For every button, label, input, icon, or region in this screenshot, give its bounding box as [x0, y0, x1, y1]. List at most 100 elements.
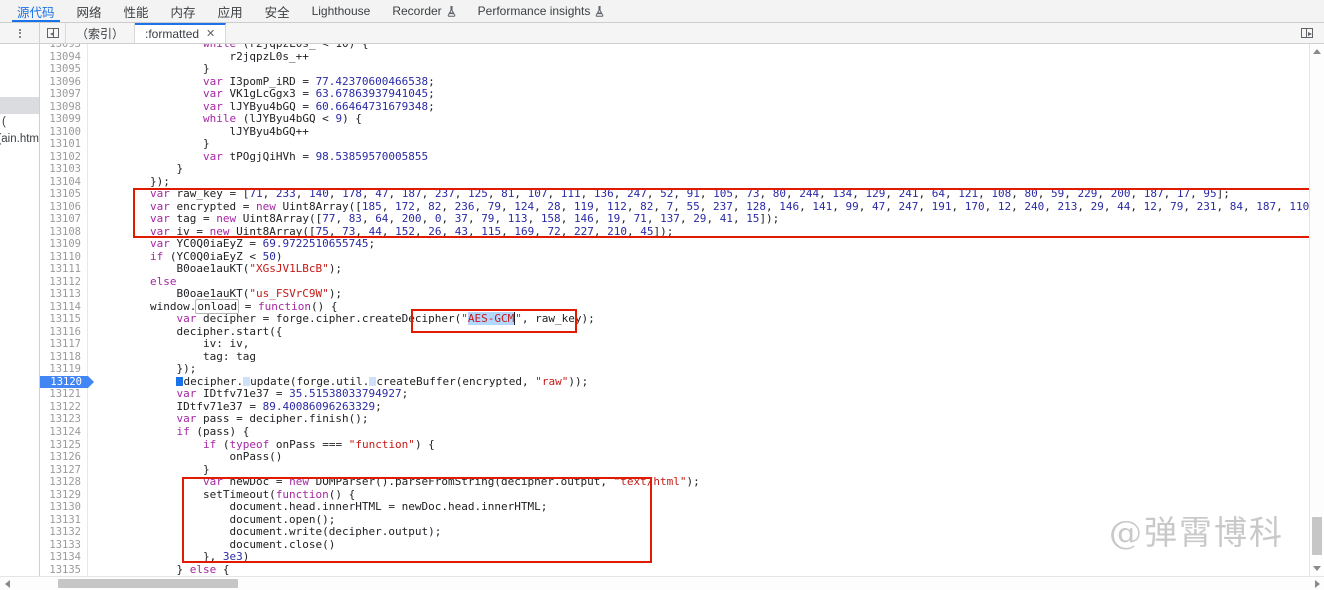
- line-number[interactable]: 13099: [40, 113, 88, 126]
- code-line[interactable]: 13118 tag: tag: [40, 350, 1324, 364]
- code-line[interactable]: 13094 r2jqpzL0s_++: [40, 50, 1324, 64]
- line-number[interactable]: 13129: [40, 488, 88, 502]
- close-icon[interactable]: ✕: [206, 28, 215, 40]
- scroll-down-button[interactable]: [1310, 561, 1324, 576]
- code-line[interactable]: 13102 var tPOgjQiHVh = 98.53859570005855: [40, 150, 1324, 164]
- code-line[interactable]: 13115 var decipher = forge.cipher.create…: [40, 312, 1324, 326]
- code-line[interactable]: 13128 var newDoc = new DOMParser().parse…: [40, 475, 1324, 489]
- line-number[interactable]: 13128: [40, 476, 88, 489]
- code-line[interactable]: 13135 } else {: [40, 563, 1324, 576]
- panel-tab-performance[interactable]: 性能: [113, 0, 160, 22]
- navigator-more-options-button[interactable]: [0, 23, 40, 43]
- line-number[interactable]: 13105: [40, 188, 88, 201]
- nav-item[interactable]: [0, 46, 39, 63]
- line-number[interactable]: 13134: [40, 551, 88, 564]
- line-source[interactable]: var tag = new Uint8Array([77, 83, 64, 20…: [88, 212, 1324, 226]
- line-number[interactable]: 13117: [40, 338, 88, 351]
- code-line[interactable]: 13107 var tag = new Uint8Array([77, 83, …: [40, 212, 1324, 226]
- code-line[interactable]: 13101 }: [40, 138, 1324, 151]
- nav-item-selected[interactable]: [0, 97, 39, 114]
- line-source[interactable]: iv: iv,: [88, 338, 1324, 351]
- line-number[interactable]: 13094: [40, 50, 88, 64]
- scroll-left-button[interactable]: [0, 577, 14, 590]
- line-source[interactable]: }: [88, 63, 1324, 76]
- line-number[interactable]: 13110: [40, 250, 88, 264]
- line-source[interactable]: var VK1gLcGgx3 = 63.67863937941045;: [88, 87, 1324, 101]
- line-source[interactable]: while (lJYByu4bGQ < 9) {: [88, 112, 1324, 126]
- line-source[interactable]: B0oae1auKT("XGsJV1LBcB");: [88, 263, 1324, 276]
- code-line[interactable]: 13105 var raw_key = [71, 233, 140, 178, …: [40, 187, 1324, 201]
- toggle-debugger-sidebar-button[interactable]: [1294, 28, 1320, 38]
- panel-tab-lighthouse[interactable]: Lighthouse: [301, 0, 382, 22]
- line-source[interactable]: var pass = decipher.finish();: [88, 413, 1324, 426]
- panel-tab-sources[interactable]: 源代码: [6, 0, 66, 22]
- code-line[interactable]: 13097 var VK1gLcGgx3 = 63.67863937941045…: [40, 87, 1324, 101]
- line-number[interactable]: 13125: [40, 438, 88, 452]
- line-number[interactable]: 13100: [40, 125, 88, 139]
- line-source[interactable]: var decipher = forge.cipher.createDeciph…: [88, 312, 1324, 326]
- nav-item[interactable]: [0, 80, 39, 97]
- line-number[interactable]: 13102: [40, 150, 88, 164]
- code-line[interactable]: 13111 B0oae1auKT("XGsJV1LBcB");: [40, 263, 1324, 276]
- line-number[interactable]: 13103: [40, 163, 88, 176]
- panel-tab-memory[interactable]: 内存: [160, 0, 207, 22]
- panel-tab-security[interactable]: 安全: [254, 0, 301, 22]
- line-number[interactable]: 13101: [40, 138, 88, 151]
- line-source[interactable]: tag: tag: [88, 350, 1324, 364]
- nav-item[interactable]: ): [0, 114, 39, 131]
- nav-item[interactable]: [0, 63, 39, 80]
- line-source[interactable]: var newDoc = new DOMParser().parseFromSt…: [88, 475, 1324, 489]
- line-number[interactable]: 13111: [40, 263, 88, 276]
- vertical-scrollbar[interactable]: [1309, 44, 1324, 576]
- editor-tab-index[interactable]: （索引）: [66, 23, 136, 43]
- scroll-right-button[interactable]: [1310, 577, 1324, 590]
- line-number[interactable]: 13095: [40, 63, 88, 76]
- line-number[interactable]: 13135: [40, 563, 88, 576]
- line-number[interactable]: 13096: [40, 75, 88, 89]
- line-number[interactable]: 13115: [40, 313, 88, 326]
- code-line[interactable]: 13099 while (lJYByu4bGQ < 9) {: [40, 112, 1324, 126]
- line-number[interactable]: 13123: [40, 413, 88, 426]
- code-line[interactable]: 13126 onPass(): [40, 450, 1324, 464]
- line-number[interactable]: 13098: [40, 100, 88, 114]
- source-code-editor[interactable]: 13093 while (r2jqpzL0s_ < 10) {13094 r2j…: [40, 44, 1324, 576]
- panel-tab-network[interactable]: 网络: [66, 0, 113, 22]
- line-number[interactable]: 13133: [40, 538, 88, 552]
- line-number[interactable]: 13127: [40, 463, 88, 477]
- line-number[interactable]: 13106: [40, 200, 88, 214]
- code-line[interactable]: 13117 iv: iv,: [40, 338, 1324, 351]
- code-line[interactable]: 13100 lJYByu4bGQ++: [40, 125, 1324, 139]
- line-number[interactable]: 13116: [40, 325, 88, 339]
- scroll-up-button[interactable]: [1310, 44, 1324, 59]
- code-line[interactable]: 13095 }: [40, 63, 1324, 76]
- horizontal-scrollbar-thumb[interactable]: [58, 579, 238, 588]
- line-number[interactable]: 13121: [40, 388, 88, 401]
- line-number[interactable]: 13126: [40, 451, 88, 464]
- line-number[interactable]: 13130: [40, 501, 88, 514]
- vertical-scrollbar-thumb[interactable]: [1312, 517, 1322, 555]
- line-number[interactable]: 13118: [40, 350, 88, 364]
- code-viewport[interactable]: 13093 while (r2jqpzL0s_ < 10) {13094 r2j…: [40, 44, 1324, 576]
- code-line[interactable]: 13103 }: [40, 163, 1324, 176]
- toggle-navigator-button[interactable]: [40, 23, 66, 43]
- line-number[interactable]: 13104: [40, 175, 88, 189]
- panel-tab-performance-insights[interactable]: Performance insights: [467, 0, 616, 22]
- line-number[interactable]: 13131: [40, 513, 88, 527]
- panel-tab-application[interactable]: 应用: [207, 0, 254, 22]
- line-number[interactable]: 13112: [40, 275, 88, 289]
- line-source[interactable]: onPass(): [88, 450, 1324, 464]
- line-number[interactable]: 13109: [40, 238, 88, 251]
- navigator-file-tree[interactable]: ) ain.htm): [0, 44, 40, 576]
- panel-tab-recorder[interactable]: Recorder: [381, 0, 466, 22]
- line-source[interactable]: lJYByu4bGQ++: [88, 125, 1324, 139]
- line-number[interactable]: 13120: [40, 375, 94, 389]
- horizontal-scrollbar[interactable]: [0, 576, 1324, 590]
- line-number[interactable]: 13114: [40, 300, 88, 314]
- line-source[interactable]: var tPOgjQiHVh = 98.53859570005855: [88, 150, 1324, 164]
- line-number[interactable]: 13097: [40, 88, 88, 101]
- editor-tab-formatted[interactable]: :formatted ✕: [135, 23, 227, 43]
- line-source[interactable]: }: [88, 138, 1324, 151]
- line-number[interactable]: 13108: [40, 225, 88, 239]
- line-source[interactable]: } else {: [88, 563, 1324, 576]
- line-source[interactable]: }: [88, 163, 1324, 176]
